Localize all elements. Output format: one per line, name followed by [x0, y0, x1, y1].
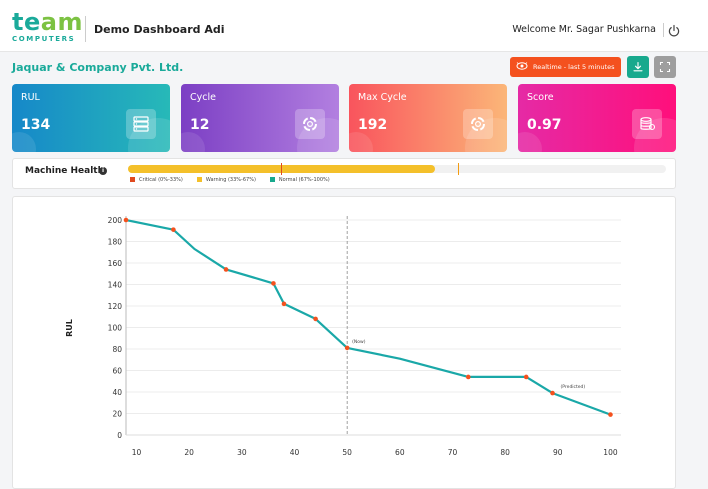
rul-chart-panel: 0 20 40 60 80 100 120 140 160 180 200 10 20 30 40 50 60 7…: [12, 196, 676, 489]
data-point: [344, 345, 350, 351]
warning-threshold-tick: [458, 163, 459, 175]
live-eye-icon: [516, 61, 528, 73]
data-point: [271, 281, 276, 286]
card-label: Score: [527, 92, 554, 103]
download-button[interactable]: [627, 56, 649, 78]
y-tick-label: 80: [112, 345, 122, 354]
rul-line-chart: 0 20 40 60 80 100 120 140 160 180 200 10 20 30 40 50 60 7…: [65, 216, 621, 457]
download-icon: [633, 61, 643, 72]
y-tick-label: 160: [108, 259, 123, 268]
cycle-icon: [463, 109, 493, 139]
expand-icon: [659, 61, 671, 73]
card-value: 12: [190, 117, 210, 133]
now-annotation: (Now): [352, 339, 366, 345]
card-label: RUL: [21, 92, 40, 103]
card-decoration: [12, 132, 36, 152]
x-tick-label: 30: [237, 448, 247, 457]
data-point: [550, 390, 555, 396]
x-tick-label: 20: [184, 448, 194, 457]
fullscreen-button[interactable]: [654, 56, 676, 78]
data-point: [123, 217, 129, 223]
legend-label: Warning (33%-67%): [205, 177, 256, 183]
x-tick-label: 60: [395, 448, 405, 457]
rul-series-line: [125, 218, 611, 416]
machine-health-panel: Machine Health i Critical (0%-33%) Warni…: [12, 158, 676, 189]
machine-health-label: Machine Health: [25, 166, 105, 176]
x-tick-label: 10: [132, 448, 142, 457]
y-tick-label: 140: [108, 281, 123, 290]
logo-word-part-b: am: [40, 8, 83, 36]
info-icon[interactable]: i: [99, 167, 107, 175]
data-point: [465, 374, 471, 380]
company-name: Jaquar & Company Pvt. Ltd.: [12, 61, 184, 74]
card-max-cycle: Max Cycle 192: [349, 84, 507, 152]
legend-critical: Critical (0%-33%): [130, 177, 183, 183]
logo-wordmark: team: [12, 10, 82, 34]
card-rul: RUL 134: [12, 84, 170, 152]
card-value: 0.97: [527, 117, 562, 133]
card-value: 134: [21, 117, 51, 133]
legend-warning: Warning (33%-67%): [196, 177, 256, 183]
x-tick-label: 40: [290, 448, 300, 457]
realtime-range-button[interactable]: Realtime - last 5 minutes: [510, 57, 621, 77]
health-bar-track: [128, 163, 666, 175]
header-divider-right: [663, 23, 664, 37]
y-axis-title: RUL: [65, 319, 74, 337]
y-tick-label: 100: [108, 324, 123, 333]
y-tick-label: 0: [117, 431, 122, 440]
realtime-range-label: Realtime - last 5 minutes: [533, 63, 615, 71]
card-decoration: [518, 132, 542, 152]
critical-threshold-tick: [281, 163, 282, 175]
y-tick-label: 180: [108, 238, 123, 247]
logo-word-part-a: te: [12, 8, 41, 36]
predicted-annotation: (Predicted): [561, 384, 586, 390]
data-point: [523, 374, 529, 380]
legend-swatch: [130, 177, 135, 182]
legend-label: Normal (67%-100%): [278, 177, 330, 183]
x-tick-label: 90: [553, 448, 563, 457]
data-point: [171, 227, 176, 232]
legend-label: Critical (0%-33%): [139, 177, 183, 183]
health-legend: Critical (0%-33%) Warning (33%-67%) Norm…: [130, 177, 330, 183]
data-point: [223, 267, 229, 272]
app-header: team COMPUTERS Demo Dashboard Adi Welcom…: [0, 0, 708, 52]
y-tick-label: 60: [112, 367, 122, 376]
data-point: [608, 412, 613, 417]
y-tick-label: 40: [112, 388, 122, 397]
team-computers-logo[interactable]: team COMPUTERS: [12, 10, 82, 43]
card-label: Max Cycle: [358, 92, 407, 103]
x-tick-label: 100: [603, 448, 618, 457]
y-tick-label: 120: [108, 302, 123, 311]
y-tick-label: 200: [108, 216, 123, 225]
legend-swatch: [269, 177, 275, 182]
card-label: Cycle: [190, 92, 216, 103]
legend-swatch: [196, 177, 202, 182]
coins-icon: [632, 109, 662, 139]
data-point: [281, 301, 287, 307]
legend-normal: Normal (67%-100%): [269, 177, 330, 183]
server-icon: [126, 109, 156, 139]
x-tick-label: 50: [342, 448, 352, 457]
card-score: Score 0.97: [518, 84, 676, 152]
x-tick-label: 70: [448, 448, 458, 457]
card-value: 192: [358, 117, 388, 133]
card-decoration: [181, 132, 205, 152]
header-divider: [85, 16, 86, 42]
dashboard-title: Demo Dashboard Adi: [94, 23, 225, 36]
cycle-icon: [295, 109, 325, 139]
welcome-text: Welcome Mr. Sagar Pushkarna: [512, 24, 656, 35]
card-cycle: Cycle 12: [181, 84, 339, 152]
y-tick-label: 20: [112, 410, 122, 419]
x-tick-label: 80: [500, 448, 510, 457]
logo-subtitle: COMPUTERS: [12, 35, 76, 43]
card-decoration: [349, 132, 373, 152]
data-point: [313, 316, 318, 322]
power-icon[interactable]: [667, 23, 681, 37]
